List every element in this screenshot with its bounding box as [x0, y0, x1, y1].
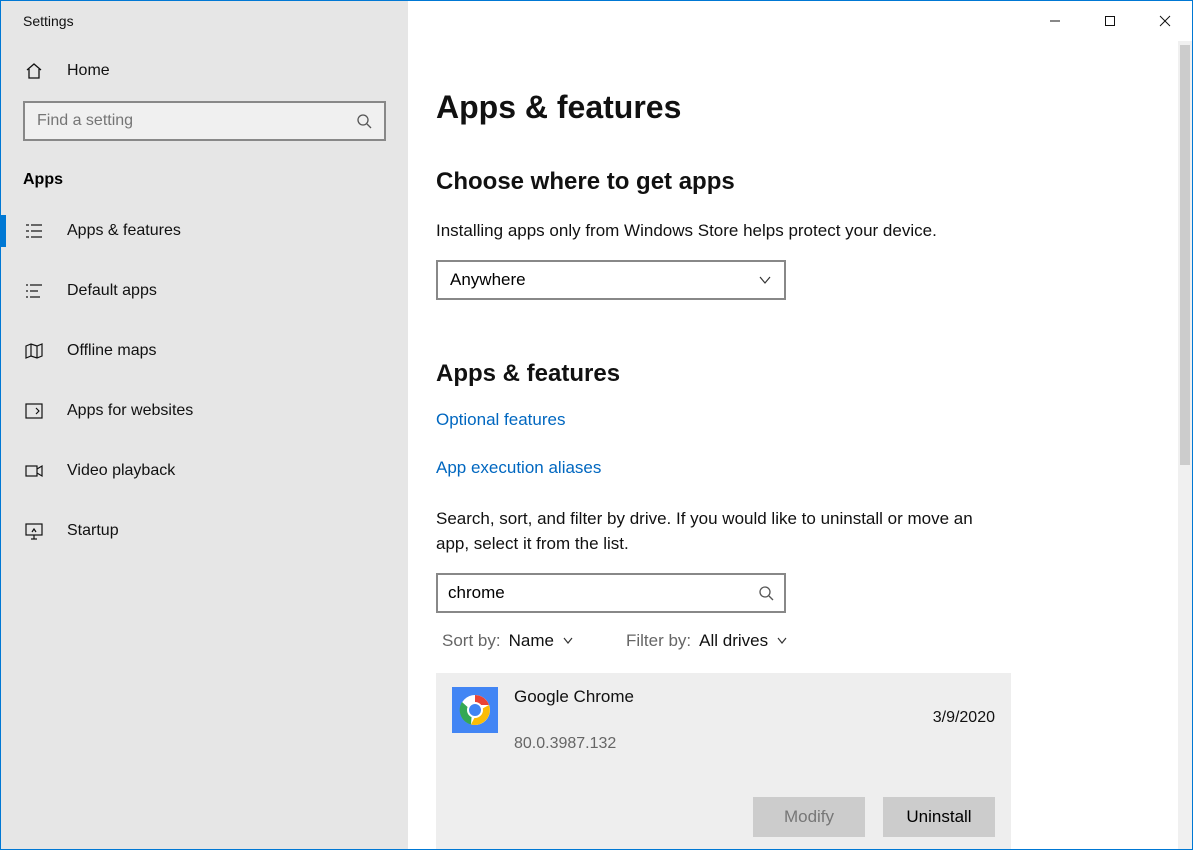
- sidebar-item-apps-websites[interactable]: Apps for websites: [1, 381, 408, 441]
- sort-by-label: Sort by:: [442, 631, 501, 651]
- app-name: Google Chrome: [514, 687, 917, 707]
- default-apps-icon: [23, 281, 45, 301]
- sidebar-item-startup[interactable]: Startup: [1, 501, 408, 561]
- scrollbar-thumb[interactable]: [1180, 45, 1190, 465]
- window-title: Settings: [1, 1, 408, 41]
- filter-by-value: All drives: [699, 631, 768, 651]
- titlebar: Settings: [1, 1, 1192, 41]
- sort-by-value: Name: [509, 631, 554, 651]
- startup-icon: [23, 521, 45, 541]
- apps-list-heading: Apps & features: [436, 360, 1156, 388]
- sidebar-category: Apps: [1, 157, 408, 201]
- settings-search-input[interactable]: [25, 112, 344, 130]
- app-search[interactable]: [436, 573, 786, 613]
- app-version: 80.0.3987.132: [514, 735, 917, 753]
- chevron-down-icon: [562, 635, 574, 647]
- maximize-button[interactable]: [1082, 1, 1137, 41]
- page-title: Apps & features: [436, 89, 1156, 126]
- install-source-select[interactable]: Anywhere: [436, 260, 786, 300]
- search-icon: [758, 585, 774, 601]
- sidebar-home-label: Home: [67, 62, 110, 80]
- sidebar-item-offline-maps[interactable]: Offline maps: [1, 321, 408, 381]
- install-source-value: Anywhere: [450, 270, 526, 290]
- apps-websites-icon: [23, 401, 45, 421]
- sidebar: Home Apps Apps & features Default apps O…: [1, 41, 408, 849]
- chevron-down-icon: [758, 273, 772, 287]
- content-pane: Apps & features Choose where to get apps…: [408, 41, 1192, 849]
- sidebar-item-video-playback[interactable]: Video playback: [1, 441, 408, 501]
- apps-list-caption: Search, sort, and filter by drive. If yo…: [436, 506, 996, 557]
- sidebar-item-label: Offline maps: [67, 342, 157, 360]
- sort-by-picker[interactable]: Sort by: Name: [442, 631, 574, 651]
- app-execution-aliases-link[interactable]: App execution aliases: [436, 458, 1156, 478]
- optional-features-link[interactable]: Optional features: [436, 410, 1156, 430]
- video-playback-icon: [23, 461, 45, 481]
- home-icon: [23, 61, 45, 81]
- sidebar-item-label: Apps & features: [67, 222, 181, 240]
- search-icon: [344, 113, 384, 129]
- app-icon-chrome: [452, 687, 498, 733]
- minimize-button[interactable]: [1027, 1, 1082, 41]
- sidebar-item-label: Default apps: [67, 282, 157, 300]
- settings-search[interactable]: [23, 101, 386, 141]
- sidebar-item-label: Apps for websites: [67, 402, 193, 420]
- modify-button[interactable]: Modify: [753, 797, 865, 837]
- sidebar-item-label: Video playback: [67, 462, 175, 480]
- offline-maps-icon: [23, 341, 45, 361]
- chevron-down-icon: [776, 635, 788, 647]
- choose-apps-heading: Choose where to get apps: [436, 168, 1156, 196]
- app-install-date: 3/9/2020: [933, 687, 995, 753]
- sidebar-item-label: Startup: [67, 522, 119, 540]
- sidebar-item-default-apps[interactable]: Default apps: [1, 261, 408, 321]
- sidebar-item-apps-features[interactable]: Apps & features: [1, 201, 408, 261]
- filter-by-picker[interactable]: Filter by: All drives: [626, 631, 788, 651]
- uninstall-button[interactable]: Uninstall: [883, 797, 995, 837]
- vertical-scrollbar[interactable]: [1178, 41, 1192, 849]
- apps-features-icon: [23, 221, 45, 241]
- app-search-input[interactable]: [448, 583, 758, 603]
- filter-by-label: Filter by:: [626, 631, 691, 651]
- choose-apps-description: Installing apps only from Windows Store …: [436, 218, 996, 244]
- close-button[interactable]: [1137, 1, 1192, 41]
- app-card[interactable]: Google Chrome 80.0.3987.132 3/9/2020 Mod…: [436, 673, 1011, 850]
- sidebar-home[interactable]: Home: [1, 41, 408, 101]
